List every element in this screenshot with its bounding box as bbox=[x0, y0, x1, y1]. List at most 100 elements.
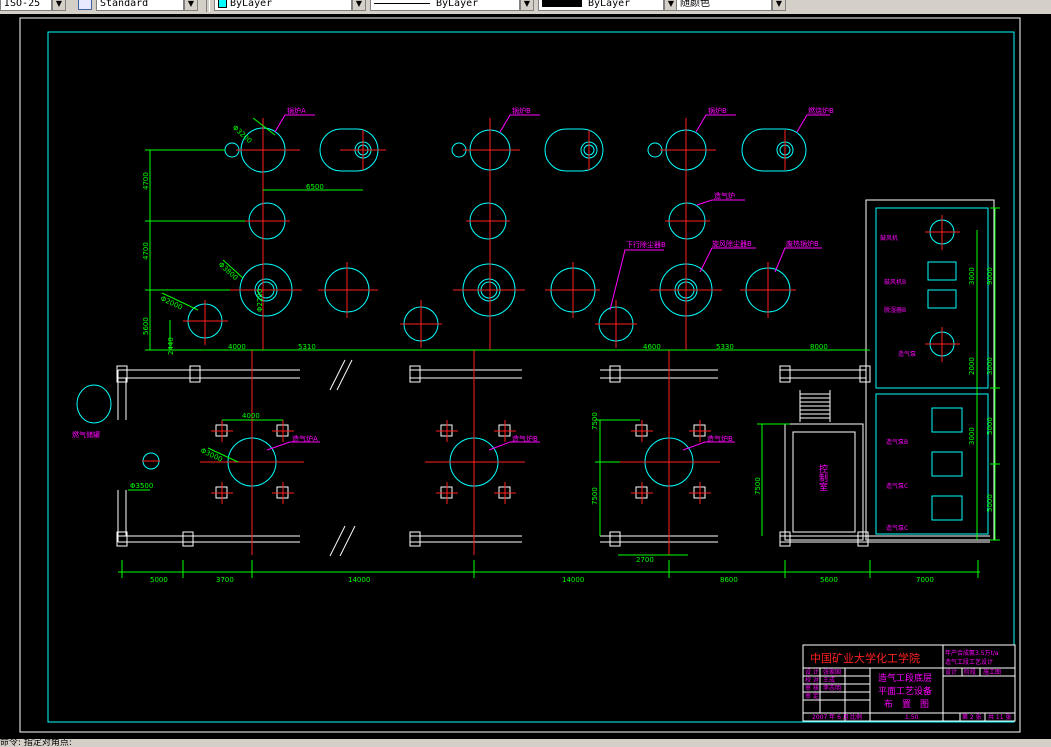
color-dropdown-arrow[interactable]: ▼ bbox=[352, 0, 366, 11]
dim-6500: 6500 bbox=[306, 183, 324, 191]
dim-4700-b: 4700 bbox=[142, 242, 150, 260]
color-select[interactable]: ByLayer bbox=[214, 0, 352, 11]
stage-label-1: 设计 bbox=[945, 668, 957, 676]
label-dehydrator: 脱湿器B bbox=[884, 306, 906, 314]
title-project-line2: 造气工段工艺设计 bbox=[945, 658, 993, 666]
lineweight-value: ByLayer bbox=[588, 0, 631, 9]
dim-5000-a: 5000 bbox=[986, 417, 994, 435]
dim-bottom-3700: 3700 bbox=[216, 576, 234, 584]
dim-7500-c: 7500 bbox=[754, 477, 762, 495]
label-boiler-b: 锅炉B bbox=[512, 106, 531, 115]
dim-5600: 5600 bbox=[142, 317, 150, 335]
row2-name: 王成 bbox=[823, 676, 835, 684]
cad-drawing-canvas[interactable]: 锅炉A 锅炉B 锅炉B 燃烧炉B 造气炉 下行除尘器B 旋风除尘器B 废热锅炉B… bbox=[0, 14, 1051, 739]
dim-3000-a: 3000 bbox=[968, 267, 976, 285]
title-date: 2007 年 6 月 bbox=[812, 713, 849, 721]
plotstyle-dropdown-arrow[interactable]: ▼ bbox=[772, 0, 786, 11]
textstyle-select[interactable]: Standard bbox=[96, 0, 184, 11]
label-pump-4: 造气泵C bbox=[886, 524, 908, 532]
label-pump-1: 造气泵 bbox=[898, 350, 916, 358]
label-furnace-c: 造气炉B bbox=[707, 434, 733, 443]
label-pump-2: 造气泵B bbox=[886, 438, 908, 446]
dim-5330: 5330 bbox=[716, 343, 734, 351]
dimstyle-select[interactable]: ISO-25 bbox=[0, 0, 52, 11]
textstyle-value: Standard bbox=[100, 0, 149, 9]
label-lower-dust: 下行除尘器B bbox=[626, 240, 666, 249]
color-value: ByLayer bbox=[230, 0, 273, 9]
label-stove: 燃烧炉B bbox=[808, 106, 834, 115]
dim-bottom-14000-a: 14000 bbox=[348, 576, 370, 584]
label-control-room: 控制室 bbox=[817, 463, 828, 491]
linetype-value: ByLayer bbox=[436, 0, 479, 9]
dim-bottom-7000: 7000 bbox=[916, 576, 934, 584]
row3-name: 李志明 bbox=[823, 684, 841, 692]
plotstyle-value: 随颜色 bbox=[680, 0, 710, 9]
dimstyle-dropdown-arrow[interactable]: ▼ bbox=[52, 0, 66, 11]
dim-7500-b: 7500 bbox=[591, 487, 599, 505]
dim-bottom-5600: 5600 bbox=[820, 576, 838, 584]
dimstyle-value: ISO-25 bbox=[4, 0, 41, 9]
dim-4000-b: 4000 bbox=[242, 412, 260, 420]
label-gasifier: 造气炉 bbox=[714, 191, 735, 200]
dim-3000-b: 3000 bbox=[986, 357, 994, 375]
title-drawing-line3: 布 置 图 bbox=[884, 698, 929, 710]
dim-bottom-5000: 5000 bbox=[150, 576, 168, 584]
row1-name: 张家国 bbox=[823, 668, 841, 676]
textstyle-icon bbox=[78, 0, 92, 10]
command-line-text: 命令: 指定对角点: bbox=[0, 739, 72, 747]
row2-role: 校 对 bbox=[805, 676, 819, 684]
label-furnace-a: 造气炉A bbox=[292, 434, 318, 443]
dim-2700: 2700 bbox=[636, 556, 654, 564]
dim-9000: 9000 bbox=[986, 267, 994, 285]
title-drawing-line2: 平面工艺设备 bbox=[878, 685, 932, 697]
dim-5000-b: 5000 bbox=[986, 494, 994, 512]
dim-4600: 4600 bbox=[643, 343, 661, 351]
textstyle-dropdown-arrow[interactable]: ▼ bbox=[184, 0, 198, 11]
dim-phi2200: Φ2200 bbox=[256, 289, 264, 312]
scale-value: 1:50 bbox=[905, 714, 919, 721]
color-swatch bbox=[218, 0, 227, 8]
dim-5310: 5310 bbox=[298, 343, 316, 351]
dim-4700-a: 4700 bbox=[142, 172, 150, 190]
label-furnace-b: 造气炉B bbox=[512, 434, 538, 443]
dim-7500-a: 7500 bbox=[591, 412, 599, 430]
label-pump-3: 造气泵C bbox=[886, 482, 908, 490]
scale-label: 比例 bbox=[850, 713, 862, 721]
row1-role: 设 计 bbox=[805, 668, 819, 676]
model-space-background bbox=[0, 14, 1051, 739]
row4-role: 审 定 bbox=[805, 692, 819, 700]
sheet-number: 第 2 张 bbox=[962, 713, 982, 721]
label-fan-1: 鼓风机 bbox=[880, 234, 898, 242]
stage-label-2: 阶段 bbox=[964, 668, 976, 676]
dim-bottom-14000-b: 14000 bbox=[562, 576, 584, 584]
title-block: 中国矿业大学化工学院 年产合成氨3.5万t/a 造气工段工艺设计 造气工段底层 … bbox=[802, 644, 1016, 722]
linetype-sample bbox=[374, 2, 430, 4]
dim-2000: 2000 bbox=[968, 357, 976, 375]
plotstyle-select[interactable]: 随颜色 bbox=[676, 0, 772, 11]
toolbar-separator bbox=[206, 0, 210, 12]
label-cyclone: 旋风除尘器B bbox=[712, 239, 752, 248]
dim-4000-a: 4000 bbox=[228, 343, 246, 351]
linetype-select[interactable]: ByLayer bbox=[370, 0, 520, 11]
title-school: 中国矿业大学化工学院 bbox=[810, 651, 920, 665]
title-project-line1: 年产合成氨3.5万t/a bbox=[945, 649, 999, 657]
dim-8000: 8000 bbox=[810, 343, 828, 351]
linetype-dropdown-arrow[interactable]: ▼ bbox=[520, 0, 534, 11]
title-drawing-line1: 造气工段底层 bbox=[878, 672, 932, 684]
properties-toolbar: ISO-25 ▼ Standard ▼ ByLayer ▼ ByLayer ▼ … bbox=[0, 0, 1051, 15]
label-boiler-c: 锅炉B bbox=[708, 106, 727, 115]
command-line[interactable]: 命令: 指定对角点: bbox=[0, 739, 1051, 747]
stage-value: 施工图 bbox=[983, 668, 1001, 676]
lineweight-sample bbox=[542, 0, 582, 7]
sheet-total: 共 11 张 bbox=[988, 713, 1011, 721]
dim-phi3500: Φ3500 bbox=[130, 482, 153, 490]
lineweight-select[interactable]: ByLayer bbox=[538, 0, 664, 11]
dim-bottom-8600: 8600 bbox=[720, 576, 738, 584]
dim-2440: 2440 bbox=[167, 337, 175, 355]
label-boiler-a: 锅炉A bbox=[287, 106, 306, 115]
label-waste-heat: 废热锅炉B bbox=[786, 239, 819, 248]
label-fan-2: 鼓风机B bbox=[884, 278, 906, 286]
row3-role: 审 核 bbox=[805, 684, 819, 692]
label-gas-tank: 燃气储罐 bbox=[72, 430, 100, 439]
dim-3000-c: 3000 bbox=[968, 427, 976, 445]
